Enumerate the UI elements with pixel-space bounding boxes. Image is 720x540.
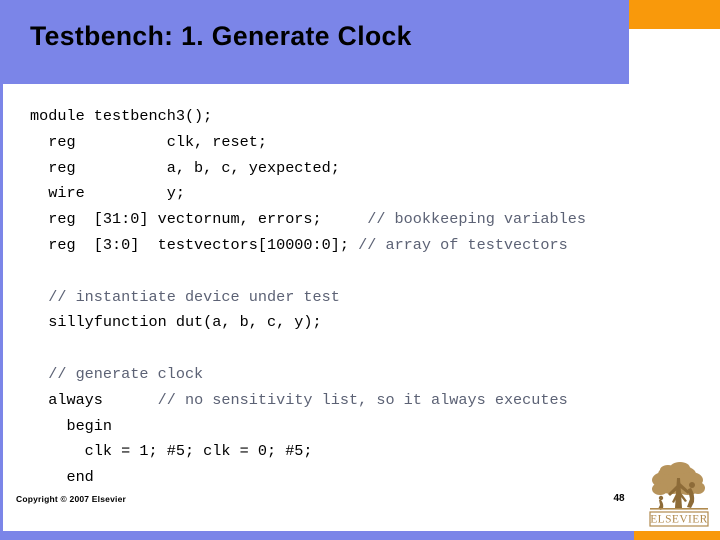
footer-orange-bar [634, 531, 720, 540]
code-line: wire y; [30, 184, 185, 203]
code-line: end [30, 468, 94, 487]
code-line: clk = 1; #5; clk = 0; #5; [30, 442, 313, 461]
code-line: // instantiate device under test [30, 285, 718, 311]
code-comment: // instantiate device under test [30, 287, 340, 306]
elsevier-tree-logo: ELSEVIER [644, 458, 714, 530]
code-line: always // no sensitivity list, so it alw… [30, 388, 718, 414]
code-statement: always [30, 390, 158, 409]
code-line: module testbench3(); [30, 107, 213, 125]
code-line: reg [3:0] testvectors[10000:0]; // array… [30, 233, 718, 259]
copyright-notice: Copyright © 2007 Elsevier [16, 494, 127, 504]
code-line: begin [30, 416, 113, 435]
code-trailing-comment: // array of testvectors [358, 235, 568, 254]
verilog-code-block: module testbench3(); reg clk, reset; reg… [30, 104, 718, 491]
code-line: reg clk, reset; [30, 132, 267, 151]
header-orange-accent [629, 0, 720, 29]
code-comment: // generate clock [30, 364, 204, 383]
code-line: reg a, b, c, yexpected; [30, 158, 340, 177]
footer-blue-bar [0, 531, 634, 540]
slide-header-band: Testbench: 1. Generate Clock [3, 0, 629, 84]
code-statement: reg [3:0] testvectors[10000:0]; [30, 235, 359, 254]
page-title: Testbench: 1. Generate Clock [30, 21, 412, 51]
code-statement: reg [31:0] vectornum, errors; [30, 210, 368, 229]
code-trailing-comment: // no sensitivity list, so it always exe… [157, 390, 568, 409]
code-line: // generate clock [30, 362, 718, 388]
elsevier-wordmark: ELSEVIER [650, 514, 708, 526]
code-line: sillyfunction dut(a, b, c, y); [30, 313, 322, 332]
code-trailing-comment: // bookkeeping variables [367, 210, 586, 229]
page-number: 48 [613, 493, 625, 504]
code-line: reg [31:0] vectornum, errors; // bookkee… [30, 207, 718, 233]
